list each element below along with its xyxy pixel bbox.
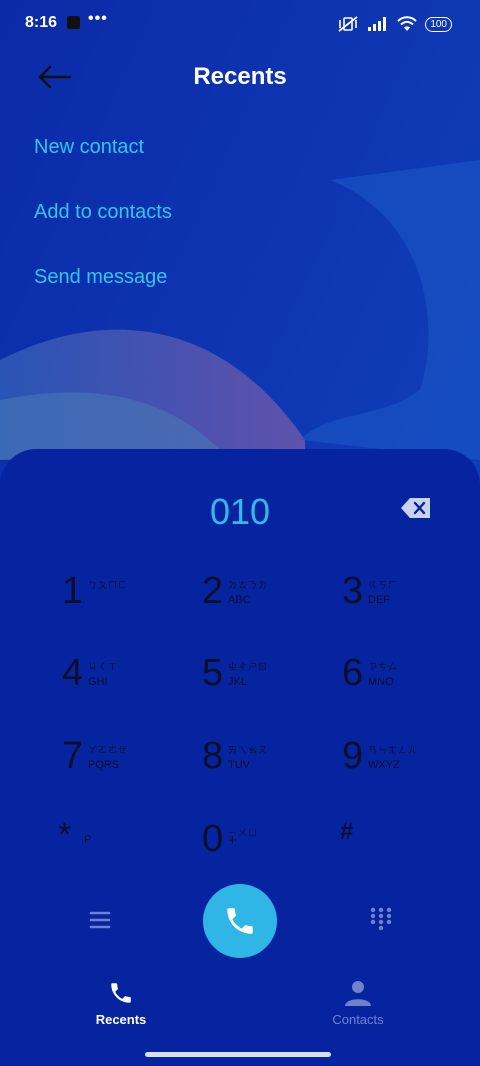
dial-key-hash[interactable]: # xyxy=(340,814,480,874)
dial-key-3[interactable]: 3 ㄍㄎㄏ DEF xyxy=(342,566,480,626)
call-button[interactable] xyxy=(203,884,277,958)
tab-recents-label: Recents xyxy=(95,1012,147,1027)
key-zhuyin: ㄍㄎㄏ xyxy=(368,580,399,590)
page-title: Recents xyxy=(193,63,287,90)
key-letters: PQRS xyxy=(88,759,120,771)
key-digit: 0 xyxy=(202,818,224,860)
dial-key-star[interactable]: * P xyxy=(58,814,198,874)
dialpad-icon[interactable] xyxy=(367,905,395,933)
key-digit: 1 xyxy=(62,570,84,612)
key-digit: # xyxy=(340,818,354,845)
key-digit: 6 xyxy=(342,652,364,694)
key-zhuyin: ㄚㄛㄜㄝ xyxy=(88,745,129,755)
status-bar: 8:16 ••• 100 xyxy=(0,0,480,46)
add-to-contacts-link[interactable]: Add to contacts xyxy=(34,201,172,224)
key-letters: TUV xyxy=(228,759,250,771)
key-zhuyin: ㄢㄣㄤㄥㄦ xyxy=(368,745,419,755)
key-letters: + xyxy=(228,832,237,849)
phone-icon xyxy=(227,908,253,934)
dial-key-1[interactable]: 1 ㄅㄆㄇㄈ xyxy=(62,566,202,626)
menu-lines-icon[interactable] xyxy=(86,906,114,934)
key-digit: 7 xyxy=(62,735,84,777)
key-letters: GHI xyxy=(88,676,108,688)
key-letters: MNO xyxy=(368,676,394,688)
dial-key-0[interactable]: 0 ㄧㄨㄩ + xyxy=(202,814,342,874)
dial-key-8[interactable]: 8 ㄞㄟㄠㄡ TUV xyxy=(202,731,342,791)
key-digit: * xyxy=(58,816,72,854)
more-notifications-icon: ••• xyxy=(88,10,108,27)
key-letters: DEF xyxy=(368,594,390,606)
key-zhuyin: ㄓㄔㄕㄖ xyxy=(228,662,269,672)
dial-key-6[interactable]: 6 ㄗㄘㄙ MNO xyxy=(342,648,480,708)
key-letters: WXYZ xyxy=(368,759,400,771)
key-digit: 4 xyxy=(62,652,84,694)
battery-icon: 100 xyxy=(425,16,452,32)
tab-recents[interactable]: Recents xyxy=(61,978,181,1038)
send-message-link[interactable]: Send message xyxy=(34,266,167,289)
key-digit: 9 xyxy=(342,735,364,777)
status-time: 8:16 xyxy=(25,14,58,31)
key-zhuyin: ㄐㄑㄒ xyxy=(88,662,119,672)
key-zhuyin: ㄗㄘㄙ xyxy=(368,662,399,672)
signal-icon xyxy=(368,17,387,31)
dial-key-9[interactable]: 9 ㄢㄣㄤㄥㄦ WXYZ xyxy=(342,731,480,791)
key-digit: 5 xyxy=(202,652,224,694)
key-zhuyin: ㄉㄊㄋㄌ xyxy=(228,580,269,590)
key-digit: 8 xyxy=(202,735,224,777)
key-digit: 2 xyxy=(202,570,224,612)
new-contact-link[interactable]: New contact xyxy=(34,136,144,159)
dial-key-5[interactable]: 5 ㄓㄔㄕㄖ JKL xyxy=(202,648,342,708)
notification-icon xyxy=(67,16,80,29)
dial-key-4[interactable]: 4 ㄐㄑㄒ GHI xyxy=(62,648,202,708)
key-letters: ABC xyxy=(228,594,251,606)
top-bar: Recents xyxy=(0,48,480,108)
tab-contacts[interactable]: Contacts xyxy=(298,978,418,1038)
tab-contacts-label: Contacts xyxy=(332,1012,384,1027)
key-letters: P xyxy=(84,834,92,846)
key-zhuyin: ㄞㄟㄠㄡ xyxy=(228,745,269,755)
wifi-icon xyxy=(397,16,418,31)
key-letters: JKL xyxy=(228,676,247,688)
person-icon xyxy=(345,981,371,1006)
key-zhuyin: ㄅㄆㄇㄈ xyxy=(88,580,129,590)
dial-key-7[interactable]: 7 ㄚㄛㄜㄝ PQRS xyxy=(62,731,202,791)
backspace-icon[interactable] xyxy=(400,496,432,520)
vibrate-off-icon xyxy=(338,16,358,32)
key-digit: 3 xyxy=(342,570,364,612)
home-indicator[interactable] xyxy=(145,1052,331,1057)
dial-key-2[interactable]: 2 ㄉㄊㄋㄌ ABC xyxy=(202,566,342,626)
phone-icon xyxy=(111,983,131,1003)
